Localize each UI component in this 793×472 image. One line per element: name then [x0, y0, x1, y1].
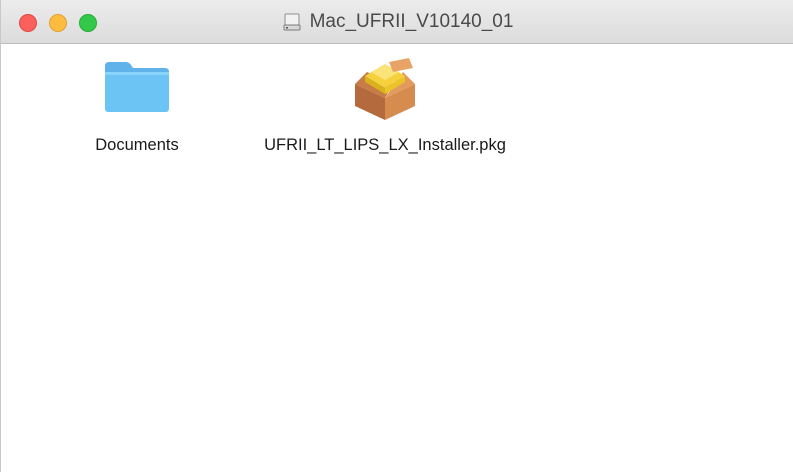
- disk-icon: [283, 13, 301, 31]
- finder-window: Mac_UFRII_V10140_01 Documents UFRII_LT_L…: [0, 0, 793, 472]
- file-label: Documents: [95, 136, 179, 154]
- window-title-group: Mac_UFRII_V10140_01: [1, 0, 793, 44]
- window-title: Mac_UFRII_V10140_01: [309, 11, 514, 32]
- folder-icon: [105, 62, 169, 112]
- package-icon: [355, 58, 415, 120]
- file-area[interactable]: Documents UFRII_LT_LIPS_LX_Installer.pkg: [1, 44, 793, 472]
- file-item-installer[interactable]: UFRII_LT_LIPS_LX_Installer.pkg: [263, 54, 507, 157]
- minimize-button[interactable]: [49, 14, 67, 32]
- file-label: UFRII_LT_LIPS_LX_Installer.pkg: [264, 136, 506, 154]
- zoom-button[interactable]: [79, 14, 97, 32]
- close-button[interactable]: [19, 14, 37, 32]
- title-bar[interactable]: Mac_UFRII_V10140_01: [1, 0, 793, 44]
- file-item-documents[interactable]: Documents: [69, 56, 205, 157]
